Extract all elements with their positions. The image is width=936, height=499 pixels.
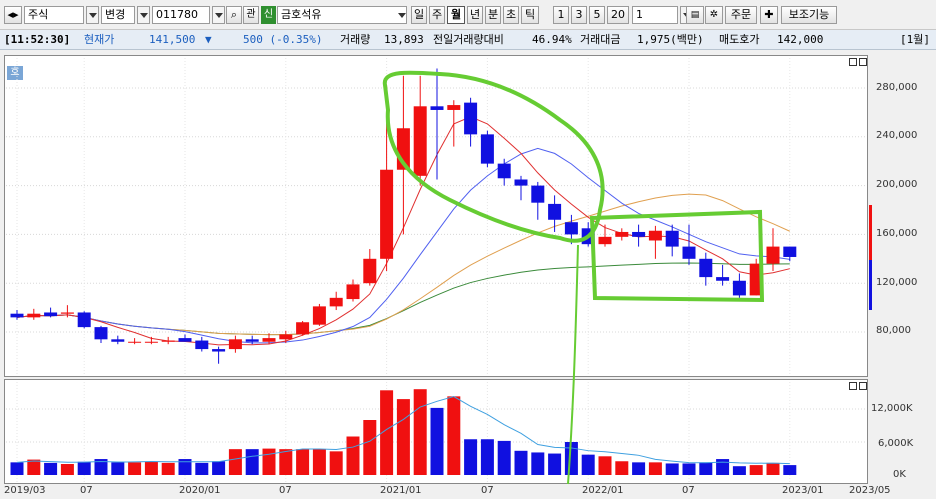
candle-body bbox=[598, 236, 612, 245]
candle-body bbox=[228, 339, 242, 350]
candlestick-chart bbox=[6, 58, 872, 485]
volume-bar bbox=[245, 449, 259, 475]
candle-body bbox=[262, 338, 276, 342]
volume-bar bbox=[228, 449, 242, 475]
candle-body bbox=[732, 280, 746, 296]
candle-body bbox=[161, 340, 175, 342]
volume-bar bbox=[44, 462, 58, 475]
volume-bar bbox=[329, 451, 343, 475]
volume-bar bbox=[312, 449, 326, 475]
candle-body bbox=[111, 339, 125, 342]
volume-bar bbox=[27, 459, 41, 475]
candle-body bbox=[10, 313, 24, 318]
volume-bar bbox=[363, 420, 377, 475]
volume-bar bbox=[430, 407, 444, 475]
volume-bar bbox=[396, 399, 410, 475]
volume-bar bbox=[111, 462, 125, 475]
volume-bar bbox=[464, 439, 478, 475]
candle-body bbox=[346, 284, 360, 300]
volume-bar bbox=[144, 461, 158, 475]
volume-bar bbox=[161, 462, 175, 475]
volume-bar bbox=[497, 440, 511, 475]
volume-bar bbox=[598, 456, 612, 475]
volume-bar bbox=[60, 464, 74, 475]
volume-bar bbox=[77, 461, 91, 475]
candle-body bbox=[60, 312, 74, 314]
volume-bar bbox=[128, 462, 142, 475]
volume-bar bbox=[346, 436, 360, 475]
candle-body bbox=[665, 230, 679, 247]
candle-body bbox=[648, 230, 662, 241]
volume-bar bbox=[548, 453, 562, 475]
volume-bar bbox=[531, 452, 545, 475]
volume-bar bbox=[749, 465, 763, 475]
candle-body bbox=[279, 334, 293, 340]
candle-body bbox=[413, 106, 427, 176]
candle-body bbox=[497, 163, 511, 179]
volume-bar bbox=[514, 450, 528, 475]
candle-body bbox=[363, 258, 377, 284]
candle-body bbox=[766, 246, 780, 264]
volume-bar bbox=[615, 461, 629, 475]
volume-bar bbox=[783, 465, 797, 475]
volume-bar bbox=[665, 463, 679, 475]
candle-body bbox=[531, 185, 545, 203]
candle-body bbox=[144, 341, 158, 343]
candle-body bbox=[94, 327, 108, 340]
price-range-marker bbox=[869, 260, 872, 310]
candle-body bbox=[44, 312, 58, 317]
volume-bar bbox=[195, 462, 209, 475]
candle-body bbox=[296, 322, 310, 335]
volume-bar bbox=[10, 462, 24, 475]
candle-body bbox=[464, 102, 478, 135]
volume-bar bbox=[480, 439, 494, 475]
candle-body bbox=[245, 339, 259, 342]
candle-body bbox=[380, 169, 394, 259]
volume-bar bbox=[766, 462, 780, 475]
candle-body bbox=[128, 341, 142, 343]
volume-bar bbox=[699, 462, 713, 475]
volume-bar bbox=[682, 463, 696, 475]
volume-bar bbox=[648, 462, 662, 475]
candle-body bbox=[430, 106, 444, 110]
candle-body bbox=[212, 349, 226, 352]
volume-bar bbox=[296, 449, 310, 475]
volume-bar bbox=[716, 459, 730, 475]
candle-body bbox=[178, 338, 192, 342]
candle-body bbox=[615, 231, 629, 237]
volume-bar bbox=[581, 454, 595, 475]
candle-body bbox=[329, 297, 343, 307]
volume-bar bbox=[413, 389, 427, 475]
volume-bar bbox=[279, 449, 293, 475]
candle-body bbox=[27, 313, 41, 318]
candle-body bbox=[514, 179, 528, 186]
candle-body bbox=[632, 231, 646, 237]
candle-body bbox=[548, 203, 562, 220]
candle-body bbox=[783, 246, 797, 257]
volume-bar bbox=[632, 462, 646, 475]
volume-bar bbox=[212, 461, 226, 475]
candle-body bbox=[195, 340, 209, 350]
candle-body bbox=[480, 134, 494, 164]
candle-body bbox=[716, 277, 730, 281]
price-range-marker bbox=[869, 205, 872, 260]
candle-body bbox=[564, 222, 578, 235]
candle-body bbox=[682, 246, 696, 259]
volume-bar bbox=[564, 442, 578, 475]
candle-body bbox=[312, 306, 326, 325]
volume-bar bbox=[262, 448, 276, 475]
volume-bar bbox=[732, 466, 746, 475]
candle-body bbox=[447, 105, 461, 110]
volume-bar bbox=[447, 396, 461, 475]
candle-body bbox=[77, 312, 91, 328]
candle-body bbox=[699, 258, 713, 278]
